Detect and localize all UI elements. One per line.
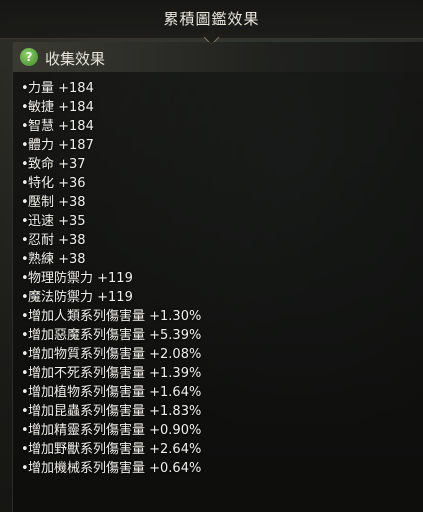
stat-list: •力量 +184 •敏捷 +184 •智慧 +184 •體力 +187 •致命 … xyxy=(21,79,201,478)
stat-item: •增加精靈系列傷害量 +0.90% xyxy=(21,421,201,440)
bullet: • xyxy=(21,347,29,362)
bullet: • xyxy=(21,328,29,343)
bullet: • xyxy=(21,271,29,286)
bullet: • xyxy=(21,233,29,248)
bullet: • xyxy=(21,81,29,96)
stat-label: 增加野獸系列傷害量 +2.64% xyxy=(28,442,202,457)
stat-item: •忍耐 +38 xyxy=(21,231,201,250)
bullet: • xyxy=(21,366,29,381)
stat-label: 特化 +36 xyxy=(28,176,86,191)
stat-label: 敏捷 +184 xyxy=(28,100,94,115)
stat-item: •增加機械系列傷害量 +0.64% xyxy=(21,459,201,478)
stat-item: •增加不死系列傷害量 +1.39% xyxy=(21,364,201,383)
stat-item: •增加植物系列傷害量 +1.64% xyxy=(21,383,201,402)
stat-label: 增加惡魔系列傷害量 +5.39% xyxy=(28,328,202,343)
stat-label: 迅速 +35 xyxy=(28,214,86,229)
bullet: • xyxy=(21,176,29,191)
stat-label: 力量 +184 xyxy=(28,81,94,96)
bullet: • xyxy=(21,309,29,324)
title-bar: 累積圖鑑效果 xyxy=(0,0,423,46)
bullet: • xyxy=(21,138,29,153)
bullet: • xyxy=(21,214,29,229)
stat-label: 魔法防禦力 +119 xyxy=(28,290,133,305)
stat-item: •增加野獸系列傷害量 +2.64% xyxy=(21,440,201,459)
stat-label: 壓制 +38 xyxy=(28,195,86,210)
stat-item: •增加惡魔系列傷害量 +5.39% xyxy=(21,326,201,345)
stat-item: •增加昆蟲系列傷害量 +1.83% xyxy=(21,402,201,421)
stat-label: 增加物質系列傷害量 +2.08% xyxy=(28,347,202,362)
stat-label: 增加人類系列傷害量 +1.30% xyxy=(28,309,202,324)
bullet: • xyxy=(21,195,29,210)
help-icon[interactable]: ? xyxy=(20,48,38,66)
bullet: • xyxy=(21,252,29,267)
bullet: • xyxy=(21,461,29,476)
stat-item: •特化 +36 xyxy=(21,174,201,193)
bullet: • xyxy=(21,100,29,115)
section-title: 收集效果 xyxy=(45,50,106,68)
bullet: • xyxy=(21,157,29,172)
stat-label: 智慧 +184 xyxy=(28,119,94,134)
stat-label: 體力 +187 xyxy=(28,138,94,153)
stat-item: •壓制 +38 xyxy=(21,193,201,212)
stat-item: •熟練 +38 xyxy=(21,250,201,269)
bullet: • xyxy=(21,119,29,134)
bullet: • xyxy=(21,404,29,419)
collection-effects-panel: ? 收集效果 •力量 +184 •敏捷 +184 •智慧 +184 •體力 +1… xyxy=(12,42,423,512)
stat-item: •力量 +184 xyxy=(21,79,201,98)
stat-item: •致命 +37 xyxy=(21,155,201,174)
stat-item: •智慧 +184 xyxy=(21,117,201,136)
stat-label: 增加機械系列傷害量 +0.64% xyxy=(28,461,202,476)
section-header: ? 收集效果 xyxy=(13,42,423,72)
stat-label: 忍耐 +38 xyxy=(28,233,86,248)
stat-item: •增加人類系列傷害量 +1.30% xyxy=(21,307,201,326)
stat-item: •物理防禦力 +119 xyxy=(21,269,201,288)
stat-item: •敏捷 +184 xyxy=(21,98,201,117)
bullet: • xyxy=(21,442,29,457)
stat-label: 增加植物系列傷害量 +1.64% xyxy=(28,385,202,400)
stat-label: 物理防禦力 +119 xyxy=(28,271,133,286)
bullet: • xyxy=(21,423,29,438)
bullet: • xyxy=(21,385,29,400)
bullet: • xyxy=(21,290,29,305)
stat-label: 增加不死系列傷害量 +1.39% xyxy=(28,366,202,381)
stat-label: 增加精靈系列傷害量 +0.90% xyxy=(28,423,202,438)
stat-item: •迅速 +35 xyxy=(21,212,201,231)
stat-label: 增加昆蟲系列傷害量 +1.83% xyxy=(28,404,202,419)
stat-item: •魔法防禦力 +119 xyxy=(21,288,201,307)
stat-label: 熟練 +38 xyxy=(28,252,86,267)
stat-label: 致命 +37 xyxy=(28,157,86,172)
window-title: 累積圖鑑效果 xyxy=(163,10,260,28)
stat-item: •體力 +187 xyxy=(21,136,201,155)
stat-item: •增加物質系列傷害量 +2.08% xyxy=(21,345,201,364)
